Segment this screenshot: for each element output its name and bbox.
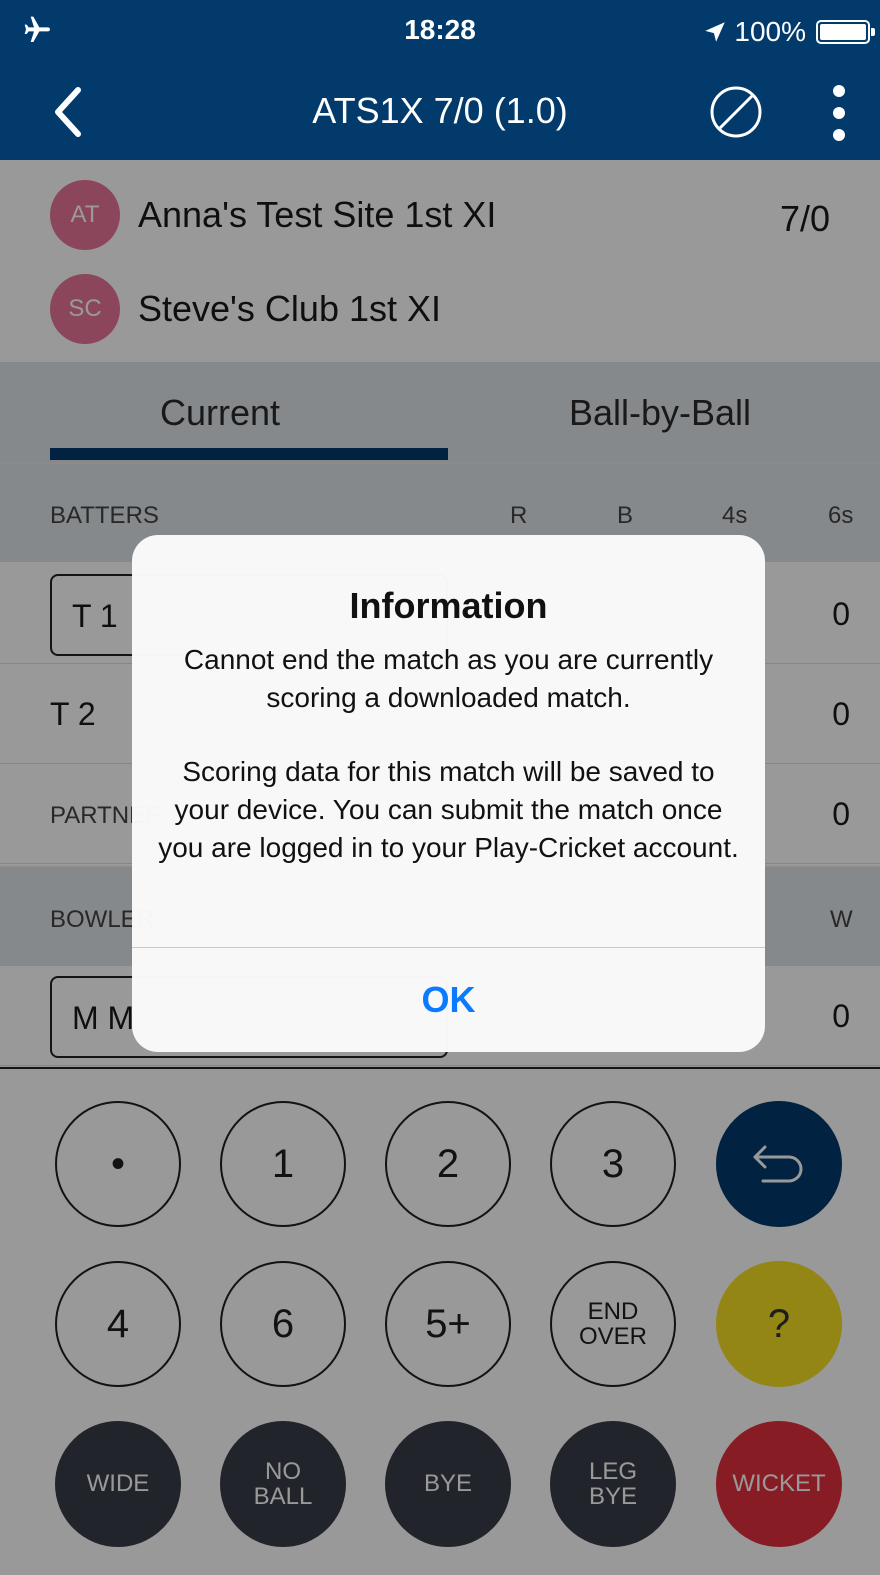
status-bar: 18:28 100%: [0, 0, 880, 64]
end-match-icon[interactable]: [708, 84, 764, 140]
battery-icon: [816, 20, 875, 44]
dialog-message: Cannot end the match as you are currentl…: [183, 644, 714, 713]
location-arrow-icon: [705, 22, 726, 42]
battery-percent: 100%: [734, 16, 806, 47]
ok-button[interactable]: OK: [132, 948, 765, 1052]
dialog-title: Information: [349, 585, 548, 626]
status-right: 100%: [702, 14, 875, 50]
information-dialog: Information Cannot end the match as you …: [132, 535, 765, 1052]
more-vertical-icon[interactable]: [824, 82, 854, 144]
nav-bar: ATS1X 7/0 (1.0): [0, 64, 880, 160]
dialog-message-detail: Scoring data for this match will be save…: [158, 756, 739, 863]
